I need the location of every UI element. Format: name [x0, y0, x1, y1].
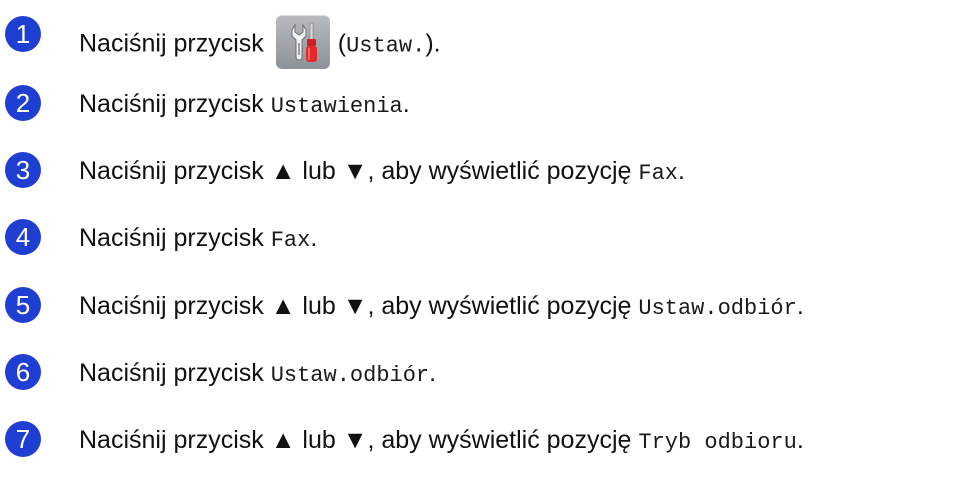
step-prefix-text: Naciśnij przycisk ▲ lub ▼, aby wyświetli… — [79, 292, 639, 320]
step-code-text: Tryb odbioru — [638, 430, 797, 455]
step-prefix-text: Naciśnij przycisk — [79, 224, 271, 252]
settings-button[interactable] — [275, 15, 330, 69]
step-code-text: Fax — [638, 161, 678, 186]
step-code-text: Ustaw. — [346, 33, 426, 59]
step-prefix-text: Naciśnij przycisk — [79, 90, 271, 118]
step-suffix-text: . — [796, 426, 804, 454]
step-number-badge: 7 — [5, 421, 41, 457]
step-code-text: Ustaw.odbiór — [270, 363, 430, 388]
step-1: 1 Naciśnij przycisk (Ustaw.). — [0, 10, 975, 69]
step-2: 2 Naciśnij przycisk Ustawienia. — [0, 79, 975, 127]
step-prefix-text: Naciśnij przycisk — [79, 359, 271, 387]
step-3: 3 Naciśnij przycisk ▲ lub ▼, aby wyświet… — [0, 146, 975, 194]
step-number-badge: 4 — [5, 219, 41, 255]
step-suffix-text: . — [677, 157, 685, 185]
step-6: 6 Naciśnij przycisk Ustaw.odbiór. — [0, 348, 975, 396]
step-suffix-open: ( — [337, 29, 347, 58]
step-suffix-text: . — [429, 359, 437, 387]
step-7: 7 Naciśnij przycisk ▲ lub ▼, aby wyświet… — [0, 415, 975, 463]
step-text: Naciśnij przycisk Ustawienia. — [79, 89, 410, 122]
step-text: Naciśnij przycisk ▲ lub ▼, aby wyświetli… — [79, 291, 804, 324]
step-code-text: Fax — [270, 228, 311, 253]
step-5: 5 Naciśnij przycisk ▲ lub ▼, aby wyświet… — [0, 281, 975, 329]
step-prefix-text: Naciśnij przycisk ▲ lub ▼, aby wyświetli… — [79, 426, 639, 454]
step-prefix-text: Naciśnij przycisk — [79, 29, 264, 58]
step-text: Naciśnij przycisk ▲ lub ▼, aby wyświetli… — [79, 425, 804, 458]
step-code-text: Ustawienia — [270, 94, 403, 119]
step-text: Naciśnij przycisk Fax. — [79, 223, 317, 256]
instruction-steps: 1 Naciśnij przycisk (Ustaw.). 2 Naciśnij… — [0, 0, 975, 477]
step-number-badge: 5 — [5, 287, 41, 323]
step-text: Naciśnij przycisk ▲ lub ▼, aby wyświetli… — [79, 156, 685, 189]
step-number-badge: 1 — [5, 16, 41, 52]
step-number-badge: 2 — [5, 85, 41, 121]
step-suffix-close: ). — [425, 29, 441, 58]
step-suffix-text: . — [402, 90, 410, 118]
step-prefix-text: Naciśnij przycisk ▲ lub ▼, aby wyświetli… — [79, 157, 639, 185]
step-suffix-text: . — [310, 224, 318, 252]
step-4: 4 Naciśnij przycisk Fax. — [0, 213, 975, 261]
step-number-badge: 3 — [5, 152, 41, 188]
step-suffix-text: . — [796, 292, 804, 320]
step-text: Naciśnij przycisk Ustaw.odbiór. — [79, 358, 436, 391]
step-code-text: Ustaw.odbiór — [638, 296, 797, 321]
step-number-badge: 6 — [5, 354, 41, 390]
step-text: Naciśnij przycisk (Ustaw.). — [79, 15, 441, 72]
wrench-screwdriver-settings-icon — [291, 22, 317, 62]
